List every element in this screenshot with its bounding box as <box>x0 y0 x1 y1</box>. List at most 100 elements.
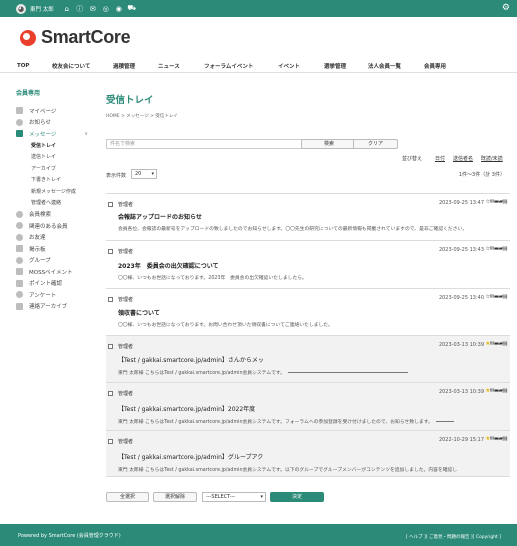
message-subject[interactable]: 【Test / gakkai.smartcore.jp/admin】グループアク <box>118 452 263 461</box>
card-icon <box>16 268 23 276</box>
message-subject[interactable]: 会報誌アップロードのお知らせ <box>118 212 202 221</box>
sidebar: 会員専用 マイページ お知らせ メッセージ ∨ 受信トレイ 送信トレイ アーカイブ… <box>16 88 96 312</box>
sidebar-item-friends[interactable]: お友達 <box>16 232 96 244</box>
points-icon <box>16 279 23 287</box>
nav-elections[interactable]: 選挙管理 <box>324 62 346 70</box>
message-subject[interactable]: 2023年 委員会の出欠確認について <box>118 261 219 270</box>
sidebar-item-archive[interactable]: アーカイブ <box>16 163 96 175</box>
apply-button[interactable]: 決定 <box>270 492 324 502</box>
star-icon[interactable]: ★ <box>485 388 490 394</box>
message-actions[interactable]: ☆✉▬▰▤ <box>485 294 507 300</box>
message-actions[interactable]: ★✉▬▰▤ <box>485 436 507 442</box>
footer-links[interactable]: [ ヘルプ ][ ご意見・問題の報告 ][ Copyright ] <box>406 534 501 540</box>
chevron-down-icon: ▾ <box>260 494 263 500</box>
sidebar-item-outbox[interactable]: 送信トレイ <box>16 151 96 163</box>
message-date: 2023-09-25 13:43 <box>438 247 484 253</box>
nav-members-only[interactable]: 会員専用 <box>424 62 446 70</box>
message-actions[interactable]: ☆✉▬▰▤ <box>485 246 507 252</box>
archive-icon <box>16 302 23 310</box>
powered-by: Powered by SmartCore (会員管理クラウド) <box>18 533 121 539</box>
clear-button[interactable]: クリア <box>353 139 398 149</box>
sort-by-sender[interactable]: 送信者名 <box>453 155 473 162</box>
row-checkbox[interactable] <box>108 249 113 254</box>
sidebar-item-groups[interactable]: グループ <box>16 255 96 267</box>
search-icon <box>16 210 23 218</box>
search-button[interactable]: 検索 <box>301 139 357 149</box>
nav-top[interactable]: TOP <box>17 63 29 69</box>
message-actions[interactable]: ★✉▬▰▤ <box>485 388 507 394</box>
nav-forum-events[interactable]: フォーラムイベント <box>204 62 253 70</box>
board-icon <box>16 245 23 253</box>
sidebar-item-contact-archive[interactable]: 連絡アーカイブ <box>16 301 96 313</box>
home-icon <box>16 107 23 115</box>
row-checkbox[interactable] <box>108 344 113 349</box>
message-body: 会員各位、会報誌の最新号をアップロードの致しましたのでお知らせします。〇〇先生の… <box>118 227 468 232</box>
sidebar-item-mypage[interactable]: マイページ <box>16 105 96 117</box>
sort-by-date[interactable]: 日付 <box>435 155 445 162</box>
message-body: 〇〇様、いつもお世話になっております。お問い合わせ頂いた領収書についてご連絡いた… <box>118 323 333 328</box>
nav-about[interactable]: 校友会について <box>52 62 90 70</box>
message-date: 2022-10-29 15:17 <box>438 437 484 443</box>
sidebar-item-new-message[interactable]: 新規メッセージ作成 <box>16 186 96 198</box>
row-checkbox[interactable] <box>108 297 113 302</box>
select-all-button[interactable]: 全選択 <box>106 492 149 502</box>
globe-icon[interactable]: ◎ <box>101 4 111 14</box>
message-row[interactable]: 管理者 2022-10-29 15:17 ★✉▬▰▤ 【Test / gakka… <box>106 430 510 477</box>
home-icon[interactable]: ⌂ <box>62 4 72 14</box>
sort-by-read[interactable]: 既読/未読 <box>481 155 503 162</box>
user-name[interactable]: 東門 太郎 <box>30 5 54 13</box>
message-row[interactable]: 管理者 2023-09-25 13:40 ☆✉▬▰▤ 領収書について 〇〇様、い… <box>106 288 510 335</box>
star-icon[interactable]: ★ <box>485 436 490 442</box>
message-sender: 管理者 <box>118 249 134 255</box>
sidebar-item-points[interactable]: ポイント確認 <box>16 278 96 290</box>
user-avatar-icon[interactable]: ◕ <box>16 3 26 14</box>
star-icon[interactable]: ★ <box>485 341 490 347</box>
per-page-select[interactable]: 20 ▾ <box>131 169 157 179</box>
user-icon[interactable]: ◉ <box>114 4 124 14</box>
gear-icon[interactable]: ⚙ <box>502 3 510 13</box>
message-actions[interactable]: ★✉▬▰▤ <box>485 341 507 347</box>
sidebar-heading: 会員専用 <box>16 90 41 97</box>
message-subject[interactable]: 【Test / gakkai.smartcore.jp/admin】さんからメッ <box>118 355 264 364</box>
site-logo[interactable]: SmartCore <box>20 27 131 48</box>
search-input[interactable]: 件名で検索 <box>106 139 308 149</box>
message-date: 2023-09-25 13:40 <box>438 295 484 301</box>
sidebar-item-messages[interactable]: メッセージ ∨ <box>16 128 96 140</box>
bulk-action-select[interactable]: ---SELECT--- ▾ <box>202 492 266 502</box>
row-checkbox[interactable] <box>108 439 113 444</box>
breadcrumb[interactable]: HOME > メッセージ > 受信トレイ <box>106 113 178 119</box>
message-date: 2023-09-25 13:47 <box>438 200 484 206</box>
survey-icon <box>16 291 23 299</box>
text-underline <box>288 372 409 373</box>
page-title: 受信トレイ <box>106 95 154 106</box>
message-actions[interactable]: ☆✉▬▰▤ <box>485 199 507 205</box>
mail-icon[interactable]: ✉ <box>88 4 98 14</box>
sidebar-item-notices[interactable]: お知らせ <box>16 117 96 129</box>
row-checkbox[interactable] <box>108 391 113 396</box>
nav-news[interactable]: ニュース <box>158 62 180 70</box>
message-row[interactable]: 管理者 2023-03-13 10:39 ★✉▬▰▤ 【Test / gakka… <box>106 335 510 382</box>
deselect-button[interactable]: 選択解除 <box>153 492 197 502</box>
sidebar-item-related-members[interactable]: 関連のある会員 <box>16 220 96 232</box>
message-row[interactable]: 管理者 2023-09-25 13:43 ☆✉▬▰▤ 2023年 委員会の出欠確… <box>106 240 510 288</box>
info-icon[interactable]: ⓘ <box>75 4 85 14</box>
message-subject[interactable]: 領収書について <box>118 308 160 317</box>
logo-mark-icon <box>20 29 36 46</box>
sidebar-item-contact-admin[interactable]: 管理者へ連絡 <box>16 197 96 209</box>
cart-icon[interactable]: ⛟ <box>127 4 137 14</box>
message-row[interactable]: 管理者 2023-09-25 13:47 ☆✉▬▰▤ 会報誌アップロードのお知ら… <box>106 193 510 240</box>
sidebar-item-inbox[interactable]: 受信トレイ <box>16 140 96 152</box>
message-subject[interactable]: 【Test / gakkai.smartcore.jp/admin】2022年度 <box>118 404 255 413</box>
sidebar-item-member-search[interactable]: 会員検索 <box>16 209 96 221</box>
message-row[interactable]: 管理者 2023-03-13 10:39 ★✉▬▰▤ 【Test / gakka… <box>106 382 510 430</box>
message-body: 東門 太郎様 こちらはTest / gakkai.smartcore.jp/ad… <box>118 369 504 376</box>
chevron-down-icon: ∨ <box>84 130 88 137</box>
sidebar-item-bulletin[interactable]: 掲示板 <box>16 243 96 255</box>
sidebar-item-payment[interactable]: MOSSペイメント <box>16 266 96 278</box>
nav-corporate-members[interactable]: 法人会員一覧 <box>368 62 401 70</box>
nav-events[interactable]: イベント <box>278 62 300 70</box>
row-checkbox[interactable] <box>108 202 113 207</box>
sidebar-item-drafts[interactable]: 下書きトレイ <box>16 174 96 186</box>
sidebar-item-survey[interactable]: アンケート <box>16 289 96 301</box>
nav-records[interactable]: 過積管理 <box>113 62 135 70</box>
